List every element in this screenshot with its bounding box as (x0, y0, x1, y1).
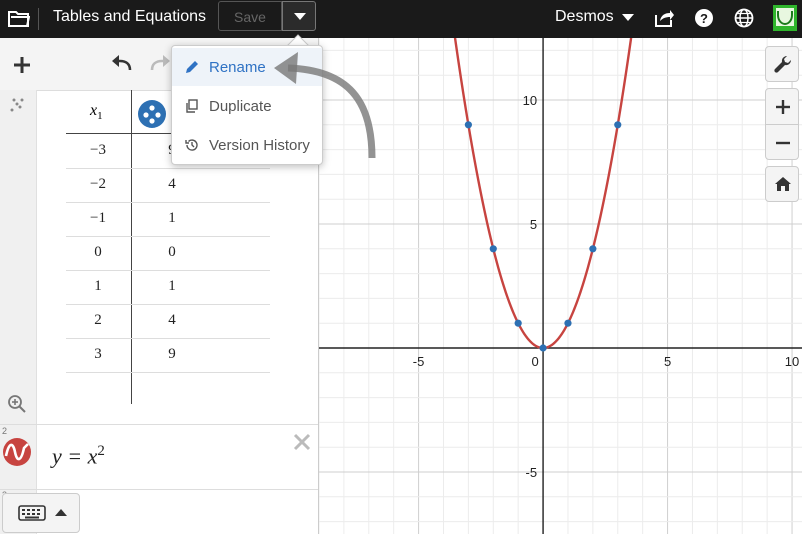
expression-row[interactable]: y = x2 (0, 424, 318, 490)
pencil-icon (186, 61, 198, 73)
table-cell-x[interactable]: 2 (66, 312, 130, 329)
account-menu[interactable]: Desmos (555, 8, 614, 26)
share-icon[interactable] (653, 7, 675, 29)
undo-icon[interactable] (110, 54, 134, 74)
graph-canvas[interactable]: -5 0 5 10 10 5 -5 (318, 0, 802, 534)
duplicate-icon (186, 99, 198, 113)
x-tick-label: -5 (413, 354, 425, 369)
point-style-icon[interactable] (137, 99, 167, 129)
default-view-button[interactable] (765, 166, 799, 202)
wrench-icon (774, 55, 792, 73)
globe-icon[interactable] (733, 7, 755, 29)
data-point[interactable] (589, 245, 597, 253)
table-cell-y[interactable]: 1 (140, 210, 204, 227)
y-tick-label: -5 (526, 465, 538, 480)
keyboard-icon (18, 505, 46, 521)
data-point[interactable] (614, 121, 622, 129)
graph-title[interactable]: Tables and Equations (53, 8, 206, 26)
svg-text:?: ? (700, 11, 708, 26)
x-tick-label: 0 (531, 354, 538, 369)
table-cell-y[interactable]: 4 (140, 312, 204, 329)
tutorial-arrow (274, 52, 376, 159)
table-row-rule (66, 304, 270, 305)
home-icon (775, 177, 791, 191)
add-icon[interactable] (12, 55, 32, 75)
save-button[interactable]: Save (218, 1, 282, 31)
table-cell-x[interactable]: −1 (66, 210, 130, 227)
divider (38, 8, 39, 30)
table-row-rule (66, 236, 270, 237)
table-row-rule (66, 202, 270, 203)
table-cell-x[interactable]: 0 (66, 244, 130, 261)
zoom-out-icon[interactable] (775, 135, 791, 151)
equation-text[interactable]: y = x2 (52, 443, 105, 469)
keyboard-toggle-button[interactable] (2, 493, 80, 533)
redo-icon[interactable] (150, 54, 172, 74)
zoom-in-icon[interactable] (775, 99, 791, 115)
y-tick-label: 5 (530, 217, 537, 232)
graph-paper[interactable]: -5 0 5 10 10 5 -5 (318, 0, 802, 534)
zoom-fit-icon[interactable] (7, 394, 27, 414)
curve-color-icon[interactable] (2, 437, 32, 467)
data-point[interactable] (464, 121, 472, 129)
chevron-down-icon[interactable] (622, 14, 634, 21)
table-row-rule (66, 338, 270, 339)
data-point[interactable] (564, 319, 572, 327)
table-cell-y[interactable]: 1 (140, 278, 204, 295)
y-tick-label: 10 (523, 93, 537, 108)
x-tick-label: 10 (785, 354, 799, 369)
graph-settings-button[interactable] (765, 46, 799, 82)
divider (766, 124, 798, 125)
table-column-rule (131, 90, 132, 404)
table-cell-x[interactable]: −2 (66, 176, 130, 193)
table-row-rule (66, 270, 270, 271)
save-dropdown-button[interactable] (282, 1, 316, 31)
user-avatar-icon[interactable] (773, 5, 797, 31)
column-header-x1[interactable]: x1 (90, 102, 103, 144)
x-tick-label: 5 (664, 354, 671, 369)
table-cell-y[interactable]: 0 (140, 244, 204, 261)
table-cell-x[interactable]: 3 (66, 346, 130, 363)
data-point[interactable] (539, 344, 547, 352)
scatter-icon (10, 98, 24, 112)
top-bar: Tables and Equations Save Desmos ? (0, 0, 802, 38)
table-row-rule (66, 168, 270, 169)
table-cell-y[interactable]: 9 (140, 346, 204, 363)
zoom-controls (765, 88, 799, 160)
table-row-rule (66, 372, 270, 373)
table-cell-y[interactable]: 4 (140, 176, 204, 193)
data-point[interactable] (489, 245, 497, 253)
close-icon[interactable] (293, 433, 311, 451)
table-cell-x[interactable]: 1 (66, 278, 130, 295)
help-icon[interactable]: ? (693, 7, 715, 29)
data-point[interactable] (514, 319, 522, 327)
table-cell-x[interactable]: −3 (66, 142, 130, 159)
folder-icon[interactable] (8, 8, 30, 28)
chevron-up-icon (55, 509, 67, 516)
history-icon (185, 139, 198, 151)
